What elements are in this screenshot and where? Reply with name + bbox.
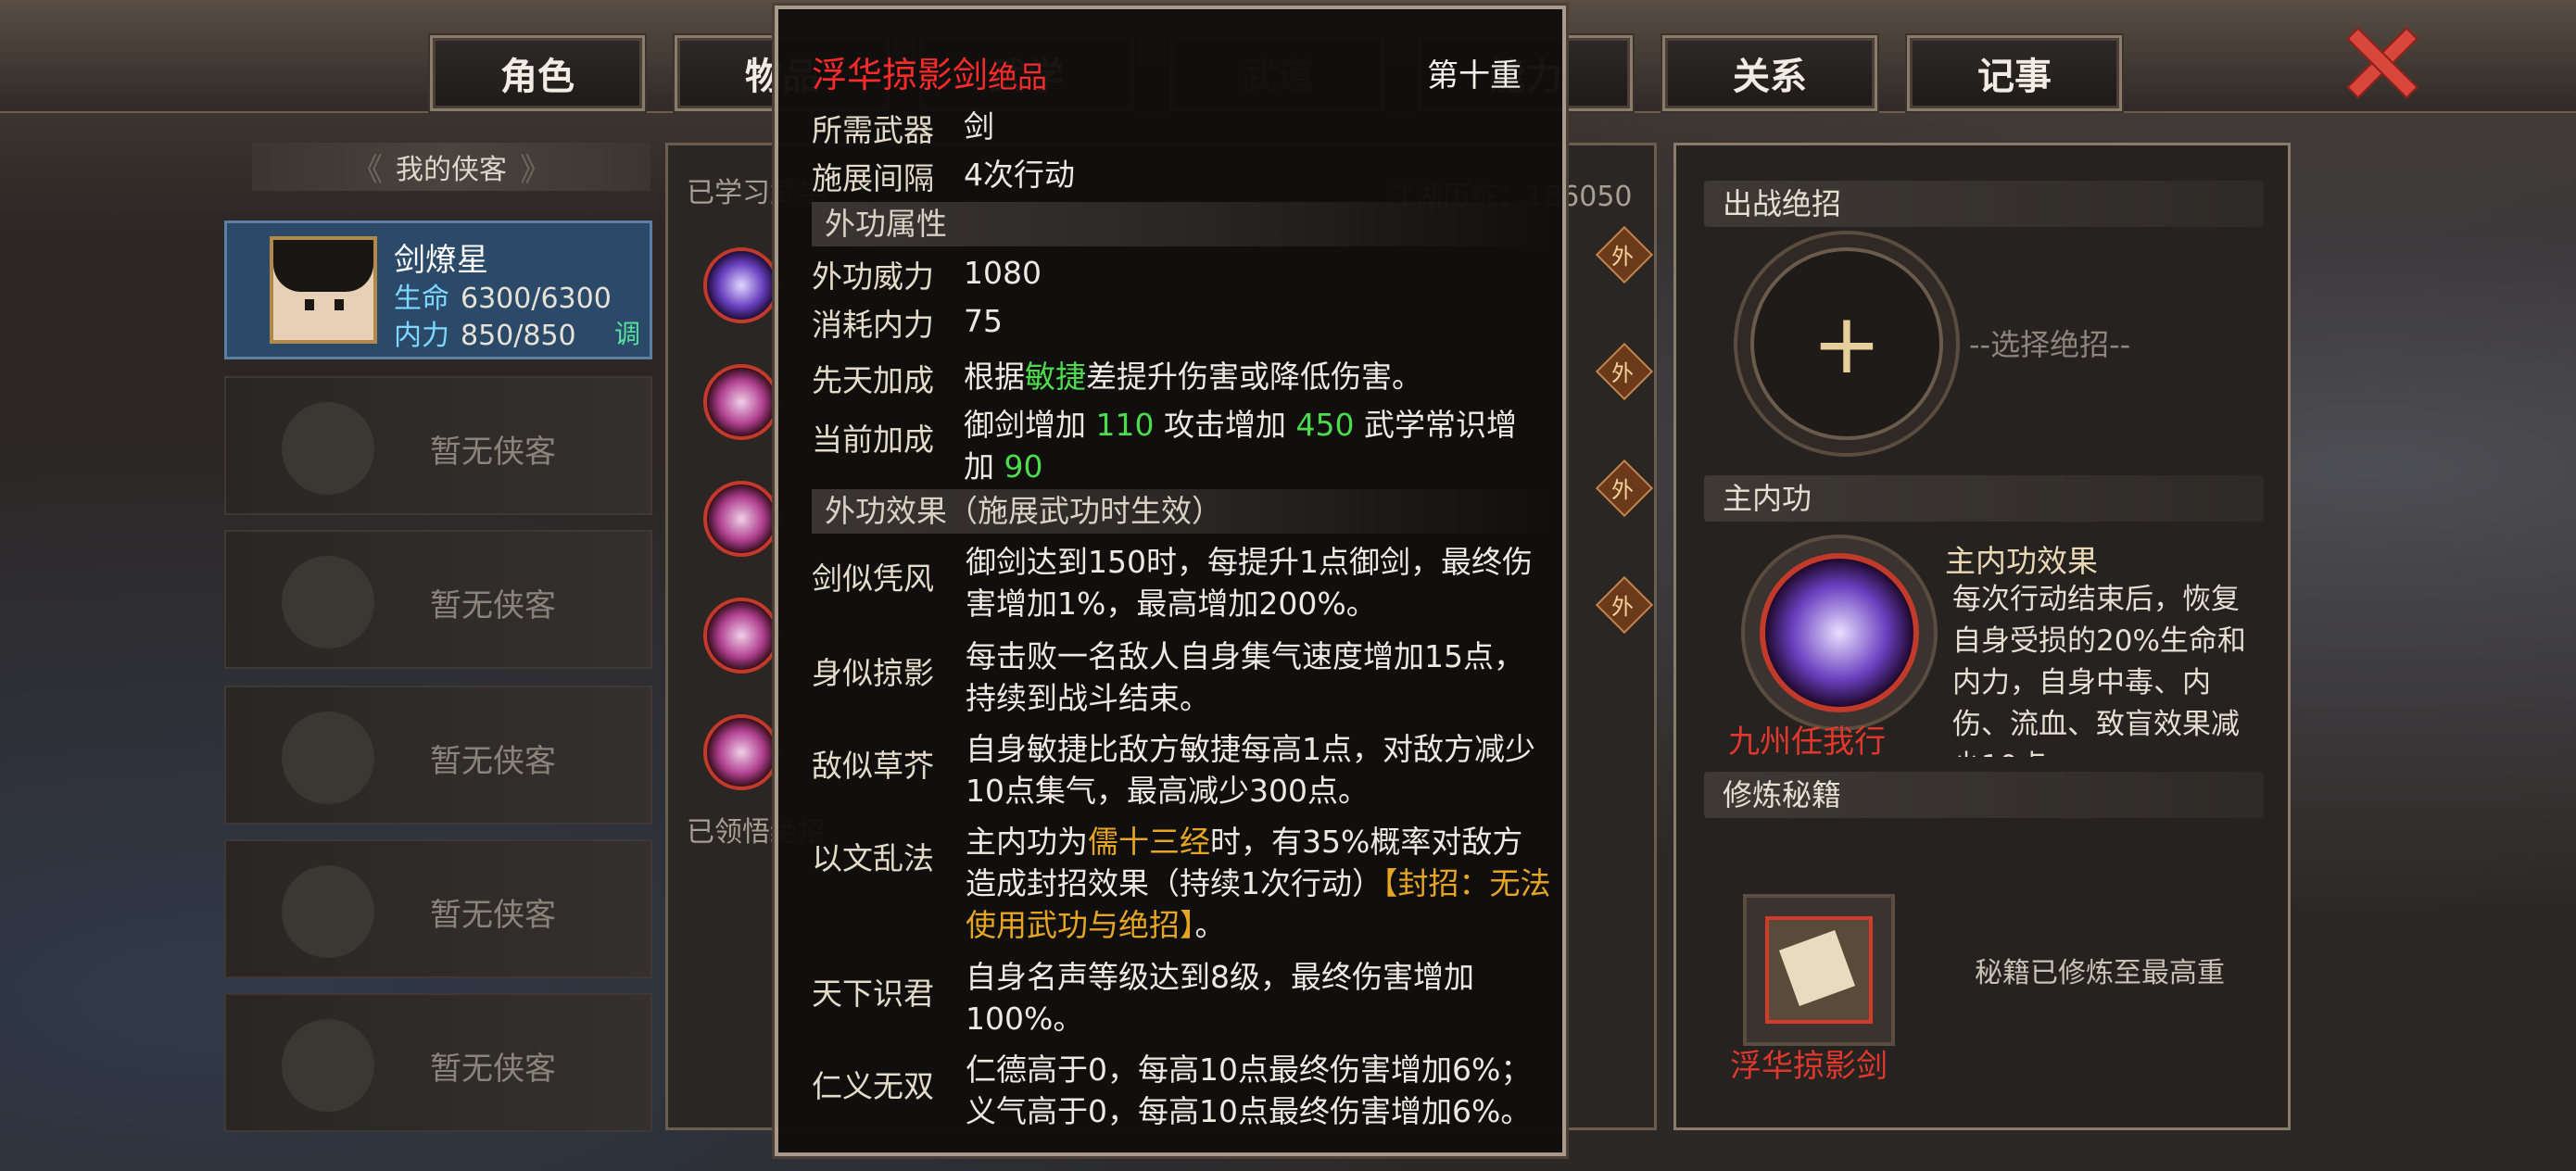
book-icon[interactable] xyxy=(1765,916,1873,1024)
tab-relations[interactable]: 关系 xyxy=(1661,33,1879,113)
close-icon[interactable] xyxy=(2342,24,2417,98)
tab-character[interactable]: 角色 xyxy=(428,33,647,113)
effect-section-header: 外功效果（施展武功时生效） xyxy=(812,489,1553,534)
empty-slot[interactable]: 暂无侠客 xyxy=(224,686,652,825)
placeholder-silhouette-icon xyxy=(282,1019,374,1112)
main-effect-title: 主内功效果 xyxy=(1945,543,2098,579)
effect-row: 敌似草芥 自身敏捷比敌方敏捷每高1点，对敌方减少10点集气，最高减少300点。 xyxy=(812,731,1535,809)
power-row: 外功威力 1080 xyxy=(812,255,1042,295)
main-neigong-icon[interactable] xyxy=(1760,553,1919,712)
placeholder-silhouette-icon xyxy=(282,402,374,495)
interval-row: 施展间隔 4次行动 xyxy=(812,157,1075,196)
adjust-button[interactable]: 调 xyxy=(614,314,640,351)
hero-name: 剑燎星 xyxy=(394,242,488,279)
main-effect-text: 每次行动结束后，恢复自身受损的20%生命和内力，自身中毒、内伤、流血、致盲效果减… xyxy=(1952,583,2246,757)
combat-skill-header: 出战绝招 xyxy=(1704,181,2264,227)
placeholder-silhouette-icon xyxy=(282,711,374,804)
placeholder-silhouette-icon xyxy=(282,865,374,958)
skill-icon[interactable] xyxy=(703,247,779,323)
skill-icon[interactable] xyxy=(703,364,779,440)
bonus-row: 当前加成 御剑增加 110 攻击增加 450 武学常识增加 90 xyxy=(812,407,1517,485)
skill-icon[interactable] xyxy=(703,714,779,790)
innate-row: 先天加成 根据敏捷差提升伤害或降低伤害。 xyxy=(812,359,1422,398)
wai-badge-label: 外 xyxy=(1611,477,1634,503)
hero-mp: 内力 850/850 xyxy=(394,320,576,352)
empty-slot-label: 暂无侠客 xyxy=(430,1051,556,1088)
select-skill-hint: --选择绝招-- xyxy=(1969,327,2131,362)
placeholder-silhouette-icon xyxy=(282,556,374,648)
empty-slot[interactable]: 暂无侠客 xyxy=(224,993,652,1132)
effect-row: 剑似凭风 御剑达到150时，每提升1点御剑，最终伤害增加1%，最高增加200%。 xyxy=(812,544,1533,622)
empty-slot[interactable]: 暂无侠客 xyxy=(224,376,652,515)
skill-tooltip: 浮华掠影剑绝品 第十重 所需武器剑 施展间隔 4次行动 外功属性 外功威力 1080… xyxy=(772,3,1569,1159)
wai-badge-label: 外 xyxy=(1611,244,1634,270)
skill-level: 第十重 xyxy=(1427,57,1522,94)
add-skill-button[interactable]: + xyxy=(1750,247,1943,440)
tab-records[interactable]: 记事 xyxy=(1905,33,2124,113)
empty-slot-label: 暂无侠客 xyxy=(430,434,556,471)
effect-row: 天下识君 自身名声等级达到8级，最终伤害增加100%。 xyxy=(812,959,1474,1037)
book-header: 修炼秘籍 xyxy=(1704,772,2264,818)
book-name: 浮华掠影剑 xyxy=(1730,1048,1888,1085)
cost-row: 消耗内力 75 xyxy=(812,303,1003,343)
main-neigong-header: 主内功 xyxy=(1704,475,2264,522)
skill-icon[interactable] xyxy=(703,481,779,557)
book-status: 秘籍已修炼至最高重 xyxy=(1975,957,2225,989)
skill-title: 浮华掠影剑绝品 xyxy=(812,55,1048,95)
hero-card[interactable]: 剑燎星 生命 6300/6300 内力 850/850 调 xyxy=(224,220,652,359)
wai-badge-label: 外 xyxy=(1611,360,1634,386)
weapon-row: 所需武器剑 xyxy=(812,108,994,148)
empty-slot-label: 暂无侠客 xyxy=(430,587,556,624)
empty-slot-label: 暂无侠客 xyxy=(430,743,556,780)
hero-hp: 生命 6300/6300 xyxy=(394,283,612,315)
attr-section-header: 外功属性 xyxy=(812,202,1553,246)
avatar xyxy=(270,236,377,344)
main-neigong-name: 九州任我行 xyxy=(1728,724,1886,761)
effect-row: 仁义无双 仁德高于0，每高10点最终伤害增加6%；义气高于0，每高10点最终伤害增… xyxy=(812,1051,1532,1129)
effect-row: 身似掠影 每击败一名敌人自身集气速度增加15点，持续到战斗结束。 xyxy=(812,638,1524,716)
skill-icon[interactable] xyxy=(703,598,779,674)
my-heroes-header: 《我的侠客》 xyxy=(252,143,650,191)
empty-slot-label: 暂无侠客 xyxy=(430,897,556,934)
wai-badge-label: 外 xyxy=(1611,594,1634,620)
effect-row: 以文乱法 主内功为儒十三经时，有35%概率对敌方造成封招效果（持续1次行动）【封… xyxy=(812,824,1551,943)
empty-slot[interactable]: 暂无侠客 xyxy=(224,530,652,669)
my-heroes-label: 我的侠客 xyxy=(396,154,507,186)
empty-slot[interactable]: 暂无侠客 xyxy=(224,839,652,978)
equipped-panel: 出战绝招 + --选择绝招-- 主内功 九州任我行 主内功效果 每次行动结束后，… xyxy=(1673,143,2291,1130)
